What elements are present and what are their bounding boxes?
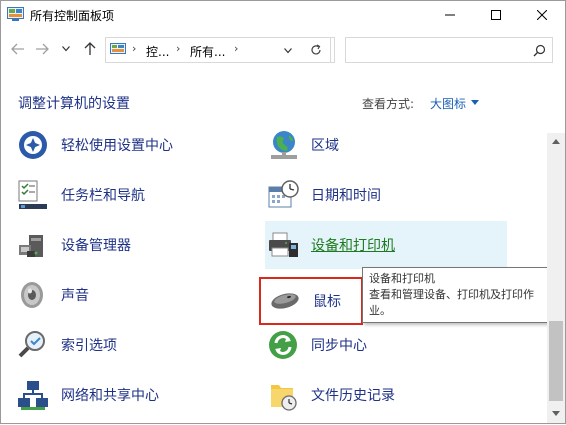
mouse-icon xyxy=(271,293,299,309)
vertical-scrollbar[interactable] xyxy=(547,133,565,423)
item-taskbar-navigation[interactable]: 任务栏和导航 xyxy=(17,175,247,215)
network-icon xyxy=(18,381,48,410)
item-label: 轻松使用设置中心 xyxy=(61,138,173,154)
minimize-icon xyxy=(445,14,455,16)
item-region[interactable]: 区域 xyxy=(267,125,497,165)
breadcrumb-item[interactable]: 所有... xyxy=(190,43,225,60)
printer-icon xyxy=(269,232,298,257)
file-history-icon xyxy=(271,385,297,411)
breadcrumb-separator[interactable]: › xyxy=(234,42,238,55)
maximize-button[interactable] xyxy=(473,1,519,29)
item-label: 索引选项 xyxy=(61,338,117,354)
recent-locations-button[interactable] xyxy=(57,39,75,59)
scrollbar-thumb[interactable] xyxy=(549,321,563,401)
item-label: 任务栏和导航 xyxy=(61,188,145,204)
scroll-down-icon[interactable] xyxy=(552,411,560,416)
item-sync-center[interactable]: 同步中心 xyxy=(267,325,497,365)
item-label: 设备管理器 xyxy=(61,238,131,254)
search-box[interactable] xyxy=(345,37,553,63)
item-label: 网络和共享中心 xyxy=(61,388,159,404)
minimize-button[interactable] xyxy=(427,1,473,29)
page-title: 调整计算机的设置 xyxy=(18,96,130,112)
device-manager-icon xyxy=(19,235,43,257)
tooltip: 设备和打印机 查看和管理设备、打印机及打印作业。 xyxy=(362,267,555,323)
refresh-icon xyxy=(310,44,321,55)
speaker-icon xyxy=(21,282,43,308)
up-button[interactable] xyxy=(81,39,99,59)
arrow-up-icon xyxy=(84,42,96,55)
tooltip-description: 查看和管理设备、打印机及打印作业。 xyxy=(369,288,534,317)
item-label: 同步中心 xyxy=(311,338,367,354)
chevron-down-icon xyxy=(62,46,70,52)
item-file-history[interactable]: 文件历史记录 xyxy=(267,375,497,415)
globe-icon xyxy=(271,131,297,159)
refresh-button[interactable] xyxy=(301,37,331,63)
window-title: 所有控制面板项 xyxy=(30,9,115,23)
maximize-icon xyxy=(491,10,501,20)
breadcrumb-item[interactable]: 控... xyxy=(146,43,169,60)
item-label: 文件历史记录 xyxy=(311,388,395,404)
title-bar: 所有控制面板项 xyxy=(1,1,565,29)
view-by-dropdown[interactable]: 大图标 xyxy=(430,95,466,112)
search-input[interactable] xyxy=(350,41,520,59)
item-label: 区域 xyxy=(311,138,339,154)
back-button[interactable] xyxy=(9,39,27,59)
sync-icon xyxy=(269,331,297,359)
item-devices-printers[interactable]: 设备和打印机 xyxy=(265,221,507,269)
tooltip-title: 设备和打印机 xyxy=(369,272,435,285)
item-date-time[interactable]: 日期和时间 xyxy=(267,175,497,215)
view-by-label: 查看方式: xyxy=(362,97,415,111)
chevron-down-icon[interactable] xyxy=(284,48,292,54)
item-label: 鼠标 xyxy=(313,294,341,310)
control-panel-window: 所有控制面板项 › 控... › 所有... › 调整计算机的设置 查看方式: … xyxy=(0,0,566,424)
arrow-left-icon xyxy=(11,43,24,55)
item-sound[interactable]: 声音 xyxy=(17,275,247,315)
close-icon xyxy=(537,10,547,20)
item-label: 声音 xyxy=(61,288,89,304)
calendar-clock-icon xyxy=(268,180,299,208)
close-button[interactable] xyxy=(519,1,565,29)
ease-of-access-icon xyxy=(19,131,47,159)
item-mouse[interactable]: 鼠标 xyxy=(259,277,363,325)
item-ease-of-access[interactable]: 轻松使用设置中心 xyxy=(17,125,247,165)
scroll-up-icon[interactable] xyxy=(552,139,560,144)
control-panel-icon xyxy=(7,7,24,21)
breadcrumb-separator[interactable]: › xyxy=(132,42,136,55)
indexing-icon xyxy=(18,331,45,358)
forward-button[interactable] xyxy=(33,39,51,59)
chevron-down-icon[interactable] xyxy=(471,100,479,105)
item-indexing-options[interactable]: 索引选项 xyxy=(17,325,247,365)
item-device-manager[interactable]: 设备管理器 xyxy=(17,225,247,265)
item-label: 日期和时间 xyxy=(311,188,381,204)
taskbar-icon xyxy=(18,180,47,209)
search-icon[interactable] xyxy=(533,44,546,57)
control-panel-icon xyxy=(110,43,126,54)
item-network-sharing[interactable]: 网络和共享中心 xyxy=(17,375,247,415)
arrow-right-icon xyxy=(36,43,49,55)
navigation-bar: › 控... › 所有... › xyxy=(1,29,565,69)
breadcrumb-separator[interactable]: › xyxy=(176,42,180,55)
item-label: 设备和打印机 xyxy=(311,238,395,254)
